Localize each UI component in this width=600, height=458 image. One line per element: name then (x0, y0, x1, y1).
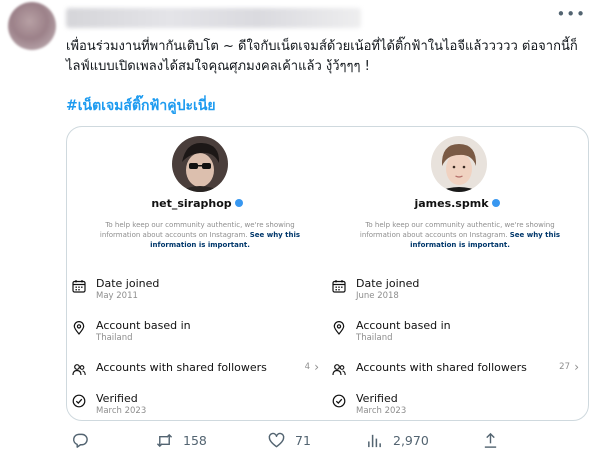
authenticity-notice: To help keep our community authentic, we… (359, 221, 561, 249)
date-joined-label: Date joined (356, 277, 420, 290)
share-icon (484, 432, 497, 448)
author-avatar[interactable] (8, 2, 56, 50)
shared-followers-count: 27 (559, 362, 570, 372)
like-button[interactable]: 71 (268, 430, 311, 450)
people-icon (332, 364, 346, 376)
account-based-label: Account based in (356, 319, 451, 332)
verified-badge-icon (491, 199, 500, 207)
views-count: 2,970 (393, 432, 429, 448)
account-based-label: Account based in (96, 319, 191, 332)
tweet-text: เพื่อนร่วมงานที่พากันเติบโต ~ ดีใจกับเน็… (66, 39, 578, 74)
heart-icon (268, 432, 285, 447)
verified-check-icon (72, 394, 86, 408)
chevron-right-icon: › (314, 360, 319, 374)
date-joined-value: June 2018 (356, 291, 399, 301)
account-handle[interactable]: james.spmk (327, 197, 587, 210)
tweet-media[interactable]: net_siraphop To help keep our community … (66, 126, 589, 421)
retweet-icon (156, 433, 173, 447)
profile-photo (431, 136, 487, 192)
author-name-blurred[interactable] (66, 8, 361, 28)
analytics-icon (368, 434, 381, 447)
verified-badge-icon (234, 199, 243, 207)
location-pin-icon (333, 321, 345, 335)
authenticity-notice: To help keep our community authentic, we… (99, 221, 301, 249)
shared-followers-label: Accounts with shared followers (96, 361, 267, 374)
verified-date: March 2023 (96, 406, 147, 416)
reply-button[interactable] (72, 430, 99, 450)
hashtag-link[interactable]: #เน็ตเจมส์ติ๊กฟ้าคู่ปะเนี่ย (66, 95, 216, 117)
date-joined-value: May 2011 (96, 291, 138, 301)
retweet-button[interactable]: 158 (156, 430, 207, 450)
shared-followers-label: Accounts with shared followers (356, 361, 527, 374)
account-based-value: Thailand (96, 333, 133, 343)
account-panel-left: net_siraphop To help keep our community … (67, 127, 327, 420)
like-count: 71 (295, 432, 311, 448)
verified-check-icon (332, 394, 346, 408)
share-button[interactable] (482, 430, 499, 450)
calendar-icon (332, 280, 346, 293)
date-joined-label: Date joined (96, 277, 160, 290)
views-button[interactable]: 2,970 (366, 430, 429, 450)
chevron-right-icon: › (574, 360, 579, 374)
verified-label: Verified (356, 392, 398, 405)
verified-date: March 2023 (356, 406, 407, 416)
account-handle[interactable]: net_siraphop (67, 197, 327, 210)
reply-icon (73, 433, 88, 448)
account-based-value: Thailand (356, 333, 393, 343)
account-panel-right: james.spmk To help keep our community au… (327, 127, 587, 420)
location-pin-icon (73, 321, 85, 335)
calendar-icon (72, 280, 86, 293)
more-options-icon[interactable]: ••• (556, 7, 586, 22)
shared-followers-count: 4 (304, 362, 310, 372)
tweet-actions: 158 71 2,970 (66, 430, 526, 452)
people-icon (72, 364, 86, 376)
profile-photo (172, 136, 228, 192)
retweet-count: 158 (183, 432, 207, 448)
verified-label: Verified (96, 392, 138, 405)
